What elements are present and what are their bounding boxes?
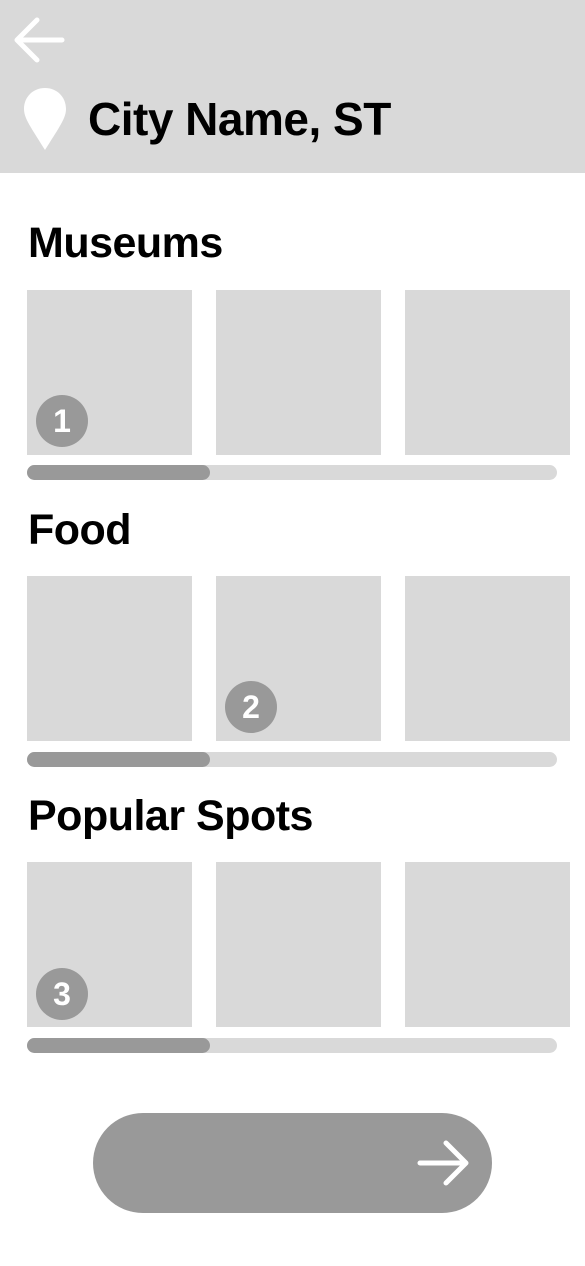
food-tile[interactable] <box>27 576 192 741</box>
popular-spot-tile[interactable]: 3 <box>27 862 192 1027</box>
section-title-food: Food <box>28 506 132 554</box>
museums-scrollbar[interactable] <box>27 465 557 480</box>
food-tile[interactable] <box>405 576 570 741</box>
arrow-left-icon <box>14 17 65 63</box>
map-pin-icon <box>22 86 68 152</box>
step-badge: 2 <box>225 681 277 733</box>
museum-tile[interactable]: 1 <box>27 290 192 455</box>
scrollbar-thumb[interactable] <box>27 1038 210 1053</box>
food-scrollbar[interactable] <box>27 752 557 767</box>
popular-spot-tile[interactable] <box>405 862 570 1027</box>
step-badge: 1 <box>36 395 88 447</box>
food-tile[interactable]: 2 <box>216 576 381 741</box>
section-title-museums: Museums <box>28 219 223 267</box>
step-badge: 3 <box>36 968 88 1020</box>
top-bar: City Name, ST <box>0 0 585 173</box>
scrollbar-thumb[interactable] <box>27 465 210 480</box>
arrow-right-icon <box>417 1140 469 1186</box>
section-title-popular-spots: Popular Spots <box>28 792 313 840</box>
museum-tile[interactable] <box>216 290 381 455</box>
popular-spots-scrollbar[interactable] <box>27 1038 557 1053</box>
popular-spot-tile[interactable] <box>216 862 381 1027</box>
museum-tile[interactable] <box>405 290 570 455</box>
back-button[interactable] <box>10 14 68 68</box>
next-button[interactable] <box>93 1113 492 1213</box>
scrollbar-thumb[interactable] <box>27 752 210 767</box>
city-title: City Name, ST <box>88 93 391 145</box>
